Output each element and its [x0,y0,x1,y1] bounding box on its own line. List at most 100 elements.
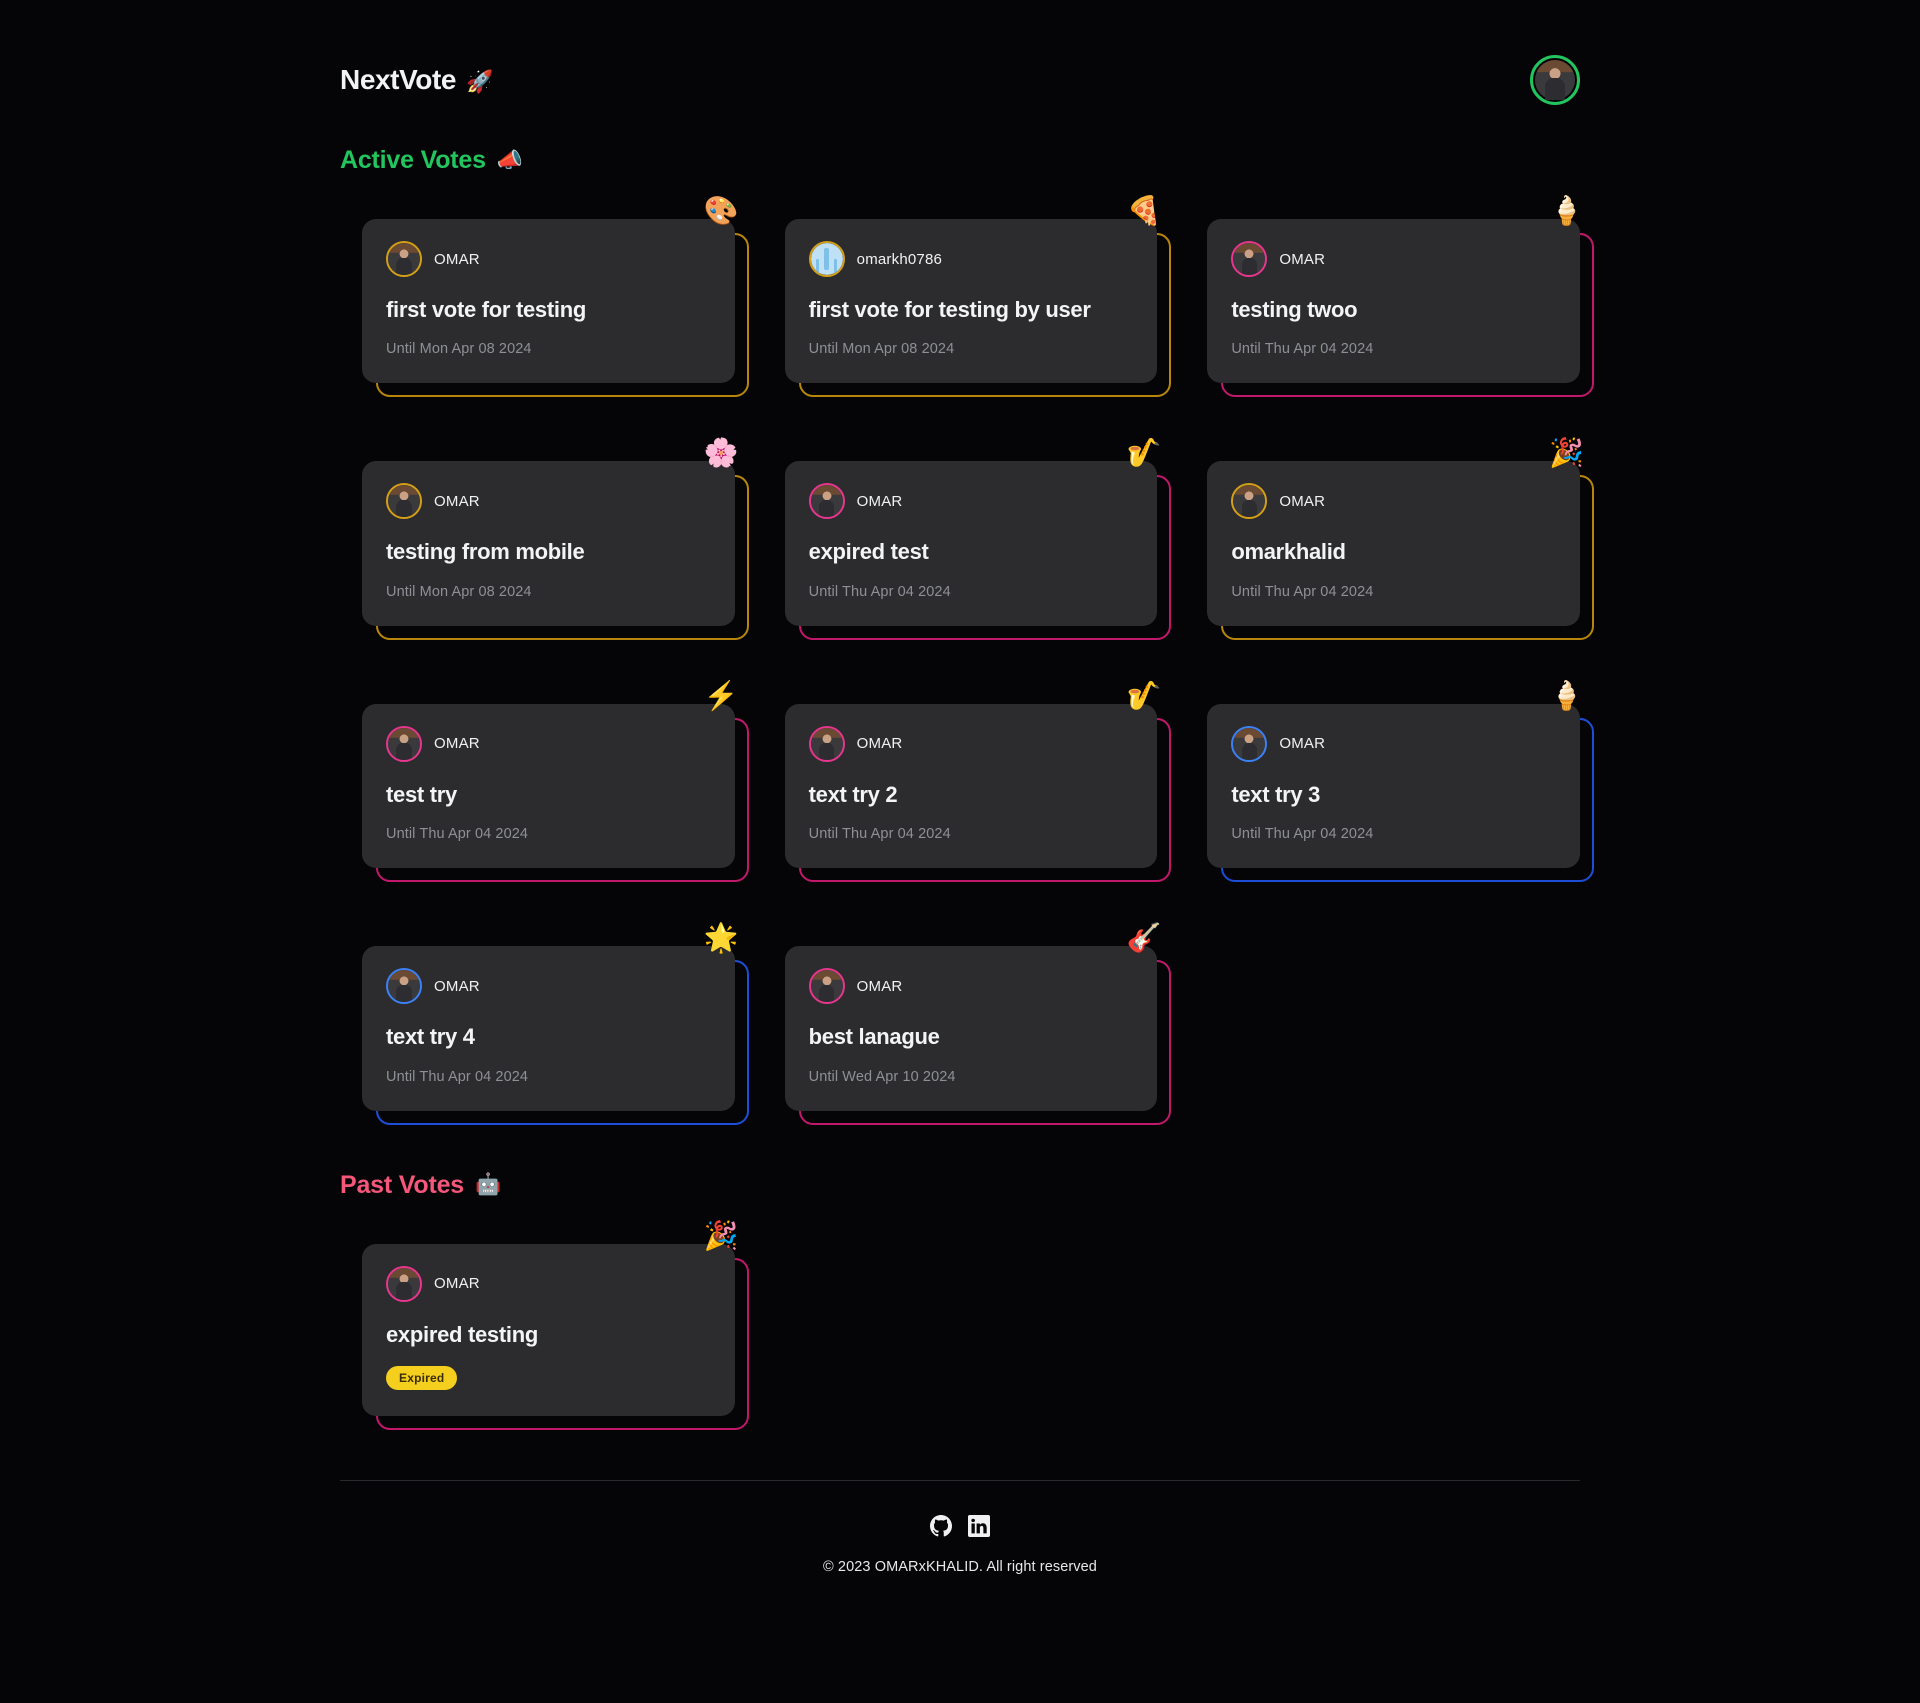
robot-icon: 🤖 [475,1173,501,1197]
vote-card[interactable]: 🍦OMARtext try 3Until Thu Apr 04 2024 [1207,704,1580,868]
card-user-name: OMAR [434,735,480,752]
card-emoji-badge-icon: 🎨 [704,197,739,225]
card-user-name: OMAR [1279,251,1325,268]
vote-deadline: Until Wed Apr 10 2024 [809,1069,1134,1085]
card-emoji-badge-icon: 🎸 [1126,924,1161,952]
card-user-row: OMAR [386,726,711,762]
card-user-avatar [386,726,422,762]
vote-card-body[interactable]: 🌟OMARtext try 4Until Thu Apr 04 2024 [362,946,735,1110]
card-user-name: omarkh0786 [857,251,942,268]
vote-card[interactable]: 🎷OMARtext try 2Until Thu Apr 04 2024 [785,704,1158,868]
vote-deadline: Until Mon Apr 08 2024 [386,584,711,600]
vote-title: test try [386,782,711,808]
avatar-image [388,243,420,275]
site-header: NextVote 🚀 [340,52,1580,108]
avatar-image [1233,243,1265,275]
card-user-row: OMAR [386,968,711,1004]
past-votes-title: Past Votes [340,1171,464,1200]
card-user-row: OMAR [386,483,711,519]
card-user-row: OMAR [1231,483,1556,519]
vote-title: best lanague [809,1024,1134,1050]
card-user-name: OMAR [434,251,480,268]
vote-title: first vote for testing by user [809,297,1134,323]
avatar-image [388,728,420,760]
status-badge: Expired [386,1366,457,1390]
site-footer: © 2023 OMARxKHALID. All right reserved [340,1480,1580,1635]
vote-card[interactable]: 🍦OMARtesting twooUntil Thu Apr 04 2024 [1207,219,1580,383]
card-emoji-badge-icon: 🎉 [704,1222,739,1250]
card-user-name: OMAR [857,493,903,510]
card-user-row: OMAR [386,1266,711,1302]
vote-card[interactable]: 🎉OMARexpired testingExpired [362,1244,735,1416]
card-user-avatar [386,968,422,1004]
vote-card[interactable]: 🎸OMARbest lanagueUntil Wed Apr 10 2024 [785,946,1158,1110]
vote-deadline: Until Mon Apr 08 2024 [809,341,1134,357]
card-emoji-badge-icon: ⚡ [704,682,739,710]
app-root: NextVote 🚀 Active Votes 📣 🎨OMARfirst vot… [0,0,1920,1703]
vote-card[interactable]: ⚡OMARtest tryUntil Thu Apr 04 2024 [362,704,735,868]
card-user-avatar [386,483,422,519]
vote-deadline: Until Thu Apr 04 2024 [386,1069,711,1085]
vote-deadline: Until Thu Apr 04 2024 [1231,341,1556,357]
linkedin-icon[interactable] [968,1515,990,1537]
past-votes-grid: 🎉OMARexpired testingExpired [340,1244,1580,1416]
vote-card-body[interactable]: 🎸OMARbest lanagueUntil Wed Apr 10 2024 [785,946,1158,1110]
vote-card-body[interactable]: 🍕omarkh0786first vote for testing by use… [785,219,1158,383]
card-user-avatar [1231,483,1267,519]
vote-title: expired test [809,539,1134,565]
vote-title: first vote for testing [386,297,711,323]
card-user-avatar [1231,726,1267,762]
avatar-image [1233,728,1265,760]
vote-card[interactable]: 🌸OMARtesting from mobileUntil Mon Apr 08… [362,461,735,625]
vote-card[interactable]: 🍕omarkh0786first vote for testing by use… [785,219,1158,383]
vote-card[interactable]: 🎷OMARexpired testUntil Thu Apr 04 2024 [785,461,1158,625]
active-votes-grid: 🎨OMARfirst vote for testingUntil Mon Apr… [340,219,1580,1111]
vote-title: text try 2 [809,782,1134,808]
avatar-image [811,970,843,1002]
card-emoji-badge-icon: 🍦 [1549,682,1584,710]
avatar-image [811,485,843,517]
vote-card-body[interactable]: 🎉OMARomarkhalidUntil Thu Apr 04 2024 [1207,461,1580,625]
vote-card[interactable]: 🎨OMARfirst vote for testingUntil Mon Apr… [362,219,735,383]
card-user-name: OMAR [1279,493,1325,510]
card-user-row: OMAR [386,241,711,277]
card-user-row: OMAR [1231,241,1556,277]
vote-card-body[interactable]: 🎉OMARexpired testingExpired [362,1244,735,1416]
vote-title: testing from mobile [386,539,711,565]
card-user-avatar [809,241,845,277]
avatar-image [811,243,843,275]
vote-deadline: Until Thu Apr 04 2024 [809,584,1134,600]
vote-card-body[interactable]: 🍦OMARtesting twooUntil Thu Apr 04 2024 [1207,219,1580,383]
profile-avatar[interactable] [1530,55,1580,105]
vote-title: omarkhalid [1231,539,1556,565]
avatar-image [811,728,843,760]
vote-deadline: Until Thu Apr 04 2024 [1231,826,1556,842]
vote-card-body[interactable]: 🎷OMARtext try 2Until Thu Apr 04 2024 [785,704,1158,868]
avatar-image [1535,60,1575,100]
brand-logo[interactable]: NextVote 🚀 [340,64,493,96]
vote-title: text try 3 [1231,782,1556,808]
card-user-row: OMAR [1231,726,1556,762]
vote-card[interactable]: 🌟OMARtext try 4Until Thu Apr 04 2024 [362,946,735,1110]
vote-card-body[interactable]: 🎨OMARfirst vote for testingUntil Mon Apr… [362,219,735,383]
vote-deadline: Until Thu Apr 04 2024 [386,826,711,842]
card-emoji-badge-icon: 🎷 [1126,682,1161,710]
vote-card-body[interactable]: 🌸OMARtesting from mobileUntil Mon Apr 08… [362,461,735,625]
card-user-avatar [386,241,422,277]
vote-card-body[interactable]: 🎷OMARexpired testUntil Thu Apr 04 2024 [785,461,1158,625]
copyright-text: © 2023 OMARxKHALID. All right reserved [340,1559,1580,1575]
card-user-avatar [809,726,845,762]
rocket-icon: 🚀 [466,69,493,95]
card-user-name: OMAR [857,978,903,995]
vote-card-body[interactable]: ⚡OMARtest tryUntil Thu Apr 04 2024 [362,704,735,868]
github-icon[interactable] [930,1515,952,1537]
card-emoji-badge-icon: 🌟 [704,924,739,952]
card-user-avatar [809,483,845,519]
vote-card[interactable]: 🎉OMARomarkhalidUntil Thu Apr 04 2024 [1207,461,1580,625]
vote-card-body[interactable]: 🍦OMARtext try 3Until Thu Apr 04 2024 [1207,704,1580,868]
card-user-row: omarkh0786 [809,241,1134,277]
vote-title: text try 4 [386,1024,711,1050]
card-emoji-badge-icon: 🎷 [1126,439,1161,467]
brand-name: NextVote [340,64,456,96]
card-emoji-badge-icon: 🎉 [1549,439,1584,467]
